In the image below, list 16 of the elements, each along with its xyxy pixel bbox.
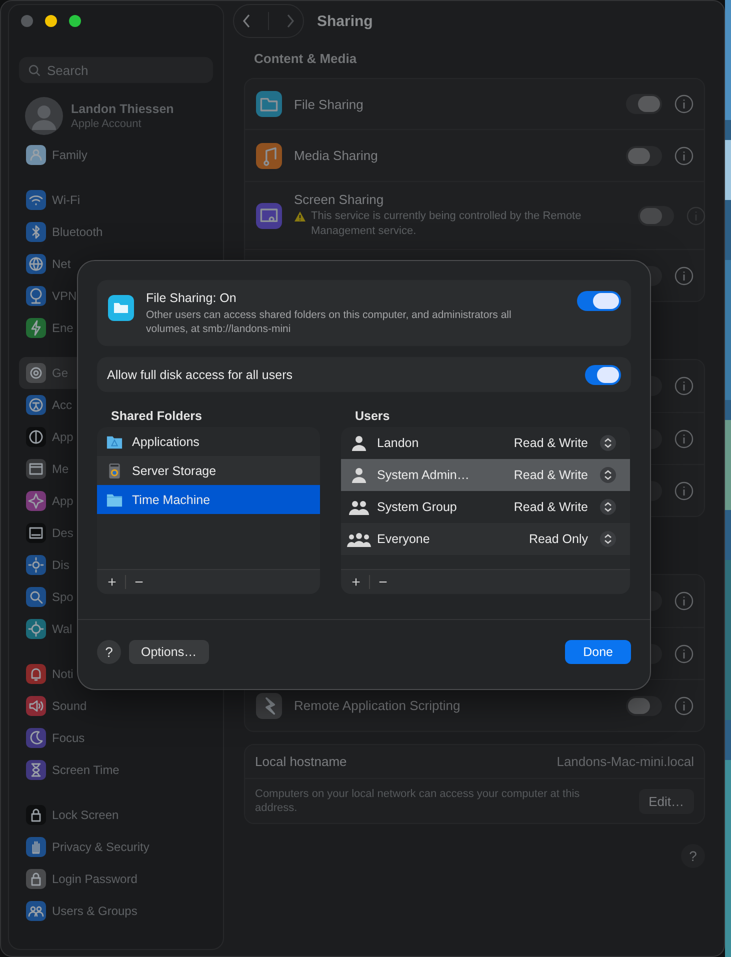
- service-label: Media Sharing: [294, 148, 379, 163]
- full-disk-label: Allow full disk access for all users: [107, 368, 292, 382]
- service-label: Screen Sharing: [294, 192, 385, 207]
- list-heading: Users: [354, 409, 391, 425]
- hostname-note: Computers on your local network can access your computer at this address.: [255, 787, 581, 815]
- account-subtitle: Apple Account: [71, 118, 142, 130]
- service-label: File Sharing: [294, 96, 364, 112]
- list-heading: Shared Folders: [110, 409, 203, 425]
- page-title: Sharing: [317, 12, 373, 30]
- warning-text: This service is currently being controlled by the Remote Management service.: [311, 209, 582, 239]
- service-title: File Sharing: On: [146, 291, 238, 305]
- service-label: Remote Application Scripting: [294, 698, 462, 713]
- hostname-value: Landons-Mac-mini.local: [556, 754, 694, 769]
- section-heading: Content & Media: [254, 51, 357, 66]
- service-description: Other users can access shared folders on this computer, and administrators all volumes, at smb://landons-mini: [146, 308, 512, 336]
- hostname-label: Local hostname: [255, 754, 347, 769]
